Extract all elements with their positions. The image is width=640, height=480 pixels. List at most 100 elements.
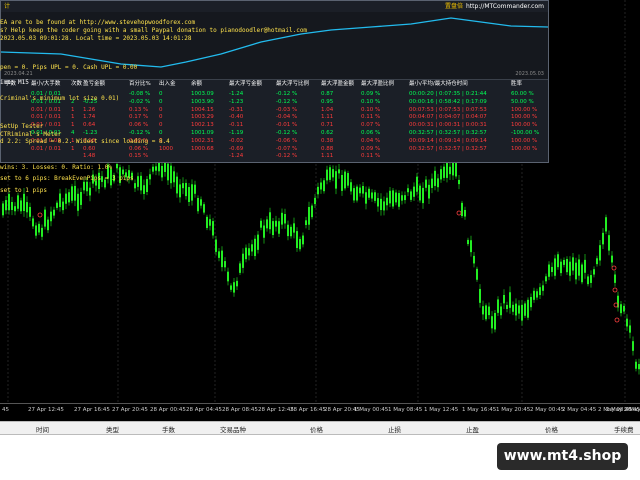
time-axis-label: 28 Apr 08:45 bbox=[222, 407, 258, 413]
terminal-column-header[interactable]: 手续费 bbox=[614, 424, 634, 434]
time-axis-label: 28 Apr 16:45 bbox=[290, 407, 326, 413]
candle bbox=[539, 283, 541, 299]
overlay-line: EA are to be found at http://www.steveho… bbox=[0, 19, 196, 26]
candle bbox=[629, 319, 631, 339]
candle bbox=[521, 299, 523, 326]
candle bbox=[371, 189, 373, 202]
stats-cell: 1.74 bbox=[83, 114, 96, 121]
candle bbox=[275, 215, 277, 232]
stats-cell: 1 bbox=[71, 122, 75, 129]
stats-cell: 1.11 bbox=[321, 114, 334, 121]
candle bbox=[488, 302, 490, 320]
candle bbox=[311, 203, 313, 220]
candle bbox=[431, 173, 433, 194]
stats-cell: 0.87 bbox=[321, 91, 334, 97]
candle bbox=[482, 300, 484, 320]
candle bbox=[212, 217, 214, 239]
stats-cell: -0.07 % bbox=[276, 145, 298, 152]
candle bbox=[581, 262, 583, 285]
stats-cell: 1000.68 bbox=[191, 145, 214, 152]
brand-url[interactable]: http://MTCommander.com bbox=[466, 3, 544, 10]
candle bbox=[152, 163, 154, 175]
candle bbox=[419, 183, 421, 203]
brand-cn-label[interactable]: 置盘倍 bbox=[445, 3, 463, 10]
time-axis-label: 28 Apr 12:45 bbox=[258, 407, 294, 413]
stats-cell: 1004.15 bbox=[191, 106, 214, 113]
candle bbox=[569, 256, 571, 282]
candle bbox=[458, 174, 460, 190]
stats-cell: -1.19 bbox=[229, 130, 244, 136]
stats-cell: -0.06 % bbox=[276, 137, 298, 144]
stats-row: 0.01 / 0.01 1 1.74 0.17 % 0 1003.29 -0.40 -0.04… bbox=[1, 114, 548, 121]
stats-cell: -1.24 bbox=[229, 91, 244, 97]
candle bbox=[470, 235, 472, 257]
candle bbox=[575, 257, 577, 285]
candle bbox=[56, 200, 58, 211]
candle bbox=[65, 188, 67, 210]
stats-cell: 1 bbox=[71, 145, 75, 152]
stats-header-cell: 胜率 bbox=[511, 81, 523, 87]
terminal-column-header[interactable]: 时间 bbox=[36, 424, 49, 434]
stats-header-cell: 盈亏金额 bbox=[83, 81, 106, 87]
candle bbox=[599, 239, 601, 266]
stats-cell: 0.13 % bbox=[129, 106, 149, 113]
terminal-column-header[interactable]: 类型 bbox=[106, 424, 119, 434]
candle bbox=[254, 235, 256, 260]
candle bbox=[476, 266, 478, 282]
stats-cell: -0.12 % bbox=[129, 130, 151, 136]
overlay-line: s? Help keep the coder going with a smal… bbox=[0, 27, 308, 34]
candle bbox=[323, 177, 325, 194]
terminal-column-header[interactable]: 价格 bbox=[310, 424, 323, 434]
stats-header-cell: 最大浮亏比例 bbox=[276, 81, 310, 87]
overlay-line: 2023.05.03 09:01:28. Local time = 2023.0… bbox=[0, 35, 192, 42]
candle bbox=[140, 172, 142, 195]
terminal-column-header[interactable]: 价格 bbox=[545, 424, 558, 434]
time-axis-label: 27 Apr 20:45 bbox=[112, 407, 148, 413]
candle bbox=[218, 247, 220, 262]
candle bbox=[635, 359, 637, 372]
stats-cell: -0.31 bbox=[229, 106, 244, 113]
candle bbox=[44, 206, 46, 230]
terminal-column-header[interactable]: 止盈 bbox=[466, 424, 479, 434]
candle bbox=[185, 179, 187, 200]
candle bbox=[230, 283, 232, 293]
stats-cell: 0.71 bbox=[321, 122, 334, 129]
stats-cell: 1 bbox=[71, 106, 75, 113]
candle bbox=[173, 166, 175, 188]
candle bbox=[515, 298, 517, 321]
candle bbox=[386, 192, 388, 211]
candle bbox=[305, 216, 307, 229]
candle bbox=[401, 191, 403, 205]
candle bbox=[176, 172, 178, 198]
candle bbox=[350, 179, 352, 195]
trade-marker bbox=[611, 265, 617, 271]
stats-cell: 50.00 % bbox=[511, 98, 534, 105]
candle bbox=[17, 192, 19, 212]
candle bbox=[341, 169, 343, 196]
candle bbox=[527, 297, 529, 321]
panel-brand[interactable]: 置盘倍 http://MTCommander.com bbox=[445, 1, 544, 12]
candle bbox=[584, 253, 586, 279]
time-axis-label: 2 May 00:45 bbox=[530, 407, 565, 413]
stats-cell: -0.12 % bbox=[276, 153, 298, 160]
candle bbox=[425, 176, 427, 192]
candle bbox=[344, 169, 346, 191]
stats-cell: 0.10 % bbox=[361, 106, 381, 113]
stats-cell: 0.15 % bbox=[129, 153, 149, 160]
candle bbox=[227, 267, 229, 286]
candle bbox=[53, 206, 55, 219]
candle bbox=[554, 254, 556, 280]
stats-cell: 100.00 % bbox=[511, 114, 538, 121]
stats-cell: 0.07 % bbox=[361, 122, 381, 129]
candle bbox=[32, 215, 34, 230]
terminal-column-header[interactable]: 手数 bbox=[162, 424, 175, 434]
candle bbox=[5, 196, 7, 215]
candle bbox=[302, 232, 304, 248]
candle bbox=[239, 261, 241, 275]
terminal-column-header[interactable]: 止损 bbox=[388, 424, 401, 434]
candle bbox=[29, 202, 31, 222]
stats-cell: 0.38 bbox=[321, 137, 334, 144]
candle bbox=[362, 182, 364, 198]
candle bbox=[392, 187, 394, 209]
terminal-column-header[interactable]: 交易品种 bbox=[220, 424, 246, 434]
